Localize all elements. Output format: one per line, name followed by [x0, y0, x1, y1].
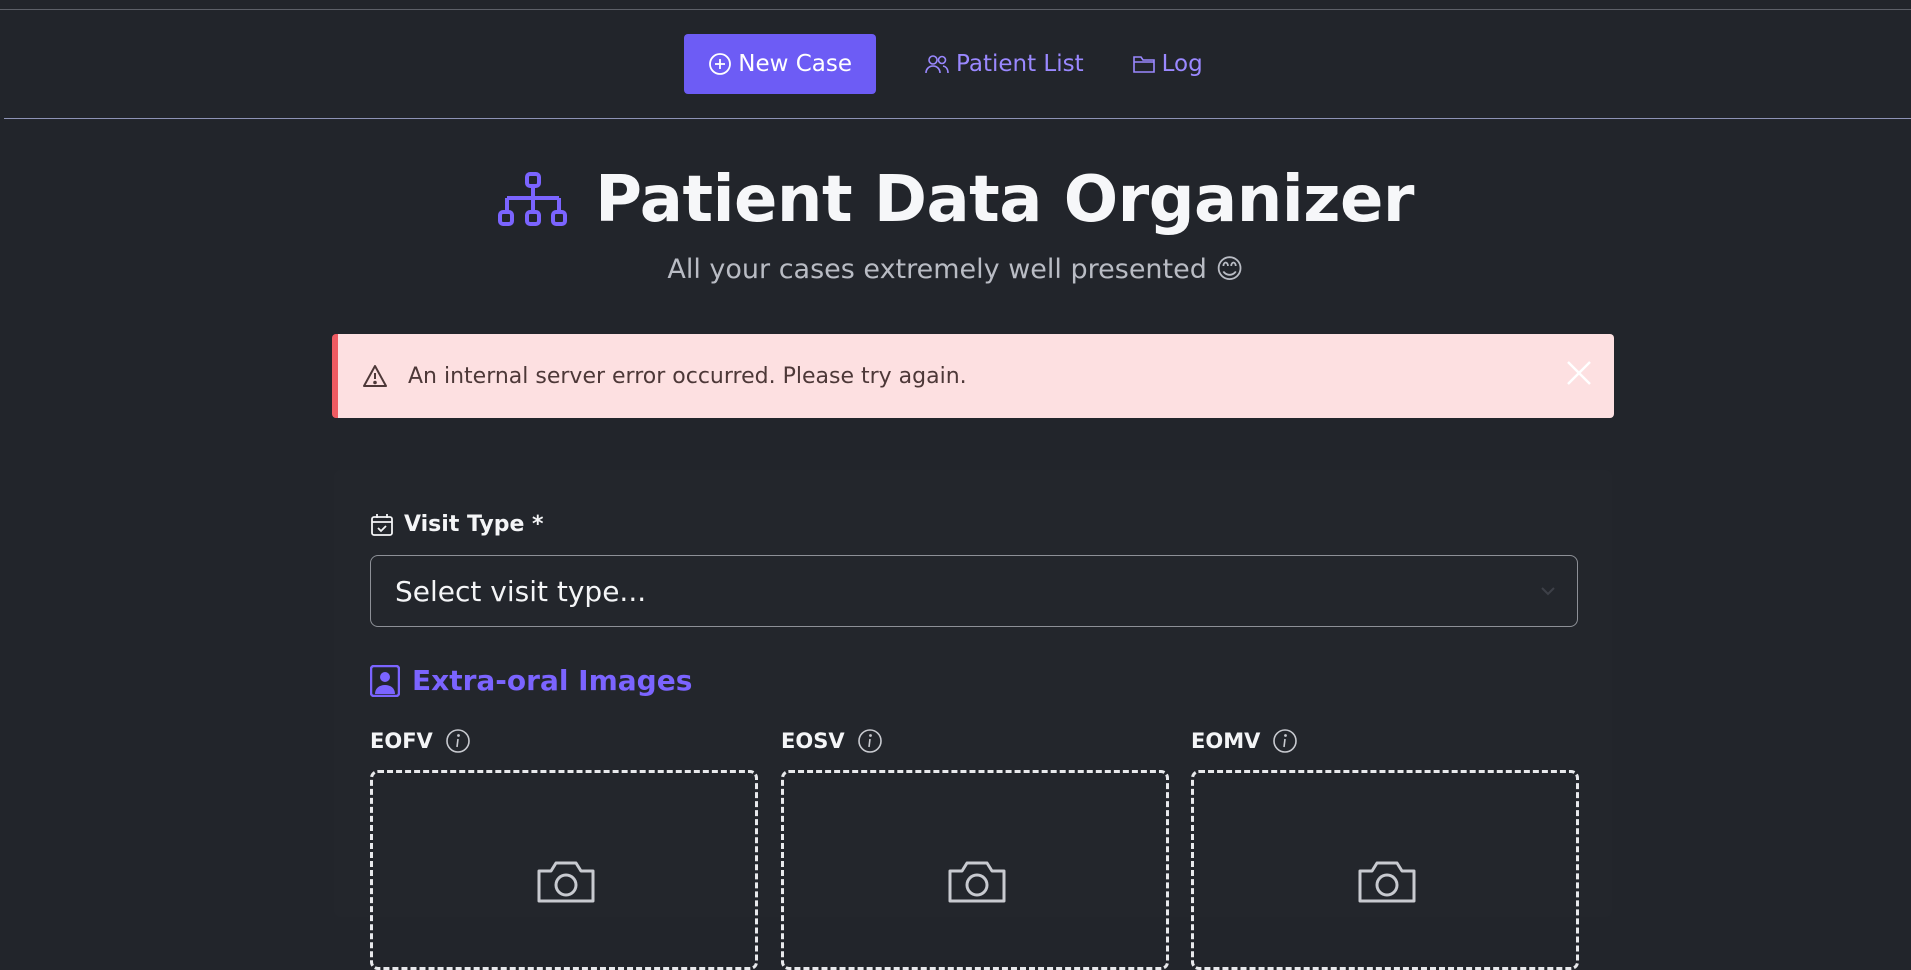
visit-type-placeholder: Select visit type...: [395, 574, 647, 608]
top-nav: New Case Patient List Log: [0, 34, 1911, 94]
camera-icon: [1358, 861, 1416, 903]
top-divider: [0, 9, 1911, 10]
info-icon[interactable]: [857, 728, 883, 754]
eomv-label: EOMV: [1191, 729, 1261, 753]
camera-icon: [948, 861, 1006, 903]
nav-patient-list-link[interactable]: Patient List: [900, 34, 1108, 94]
extra-oral-title-text: Extra-oral Images: [412, 664, 693, 697]
eomv-dropzone[interactable]: [1191, 770, 1579, 970]
chevron-down-icon: [1541, 587, 1555, 596]
info-icon[interactable]: [445, 728, 471, 754]
error-alert: An internal server error occurred. Pleas…: [332, 334, 1614, 418]
nav-log-link[interactable]: Log: [1108, 34, 1227, 94]
nav-log-label: Log: [1161, 51, 1203, 77]
camera-icon: [537, 861, 595, 903]
extra-oral-section-title: Extra-oral Images: [370, 664, 692, 697]
calendar-check-icon: [371, 513, 393, 536]
warning-triangle-icon: [363, 365, 387, 387]
nav-new-case-button[interactable]: New Case: [684, 34, 877, 94]
page-header: Patient Data Organizer All your cases ex…: [0, 160, 1911, 285]
folder-icon: [1132, 56, 1155, 73]
page-subtitle: All your cases extremely well presented …: [667, 254, 1244, 285]
hierarchy-icon: [498, 172, 568, 226]
eosv-label: EOSV: [781, 729, 845, 753]
nav-new-case-label: New Case: [738, 51, 853, 77]
new-case-form: Visit Type * Select visit type... Extra-…: [334, 470, 1612, 970]
visit-type-select[interactable]: Select visit type...: [370, 555, 1578, 627]
plus-circle-icon: [709, 53, 732, 75]
eofv-upload: EOFV: [370, 726, 758, 970]
info-icon[interactable]: [1272, 728, 1298, 754]
users-icon: [925, 55, 949, 74]
eofv-dropzone[interactable]: [370, 770, 758, 970]
nav-patient-list-label: Patient List: [956, 51, 1084, 77]
eomv-upload: EOMV: [1191, 726, 1579, 970]
eosv-upload: EOSV: [781, 726, 1169, 970]
portrait-icon: [370, 664, 400, 697]
page-title: Patient Data Organizer: [595, 163, 1414, 237]
eofv-label: EOFV: [370, 729, 433, 753]
nav-divider: [4, 118, 1911, 119]
close-icon[interactable]: [1564, 358, 1594, 388]
visit-type-label: Visit Type *: [370, 512, 544, 537]
visit-type-label-text: Visit Type *: [404, 512, 544, 537]
eosv-dropzone[interactable]: [781, 770, 1169, 970]
error-message: An internal server error occurred. Pleas…: [408, 363, 967, 389]
